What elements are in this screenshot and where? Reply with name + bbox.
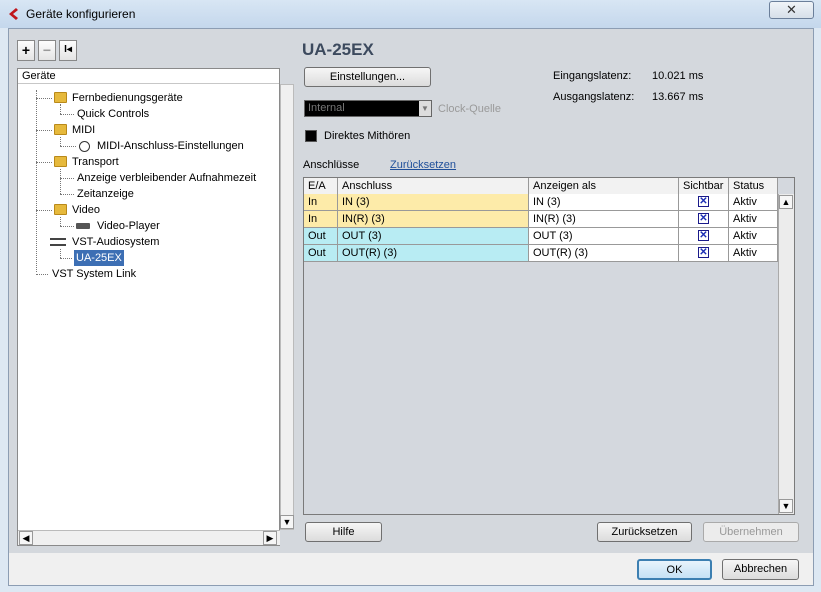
tree-item-label: Fernbedienungsgeräte (72, 92, 183, 104)
ports-label: Anschlüsse (303, 159, 360, 171)
scroll-right-arrow-icon[interactable]: ▶ (263, 531, 277, 545)
tree-item-label: Transport (72, 156, 119, 168)
midi-port-icon (79, 141, 90, 152)
settings-button[interactable]: Einstellungen... (304, 67, 431, 87)
clock-source-select[interactable]: Internal ▼ (304, 100, 432, 117)
tree-item-label: VST System Link (52, 268, 137, 280)
audio-system-icon (50, 238, 66, 246)
tree-item-label: Anzeige verbleibender Aufnahmezeit (77, 172, 257, 184)
table-row-visible-cell: ✕ (679, 211, 729, 228)
tree-item-label: Quick Controls (77, 108, 150, 120)
column-header-io[interactable]: E/A (304, 178, 338, 195)
table-row-show-as[interactable]: OUT (3) (529, 228, 679, 245)
direct-monitoring-checkbox[interactable] (305, 130, 317, 142)
cancel-button[interactable]: Abbrechen (722, 559, 799, 580)
direct-monitoring-label: Direktes Mithören (324, 130, 411, 142)
visible-checkbox[interactable]: ✕ (698, 247, 709, 258)
tree-line (60, 137, 61, 146)
table-row-show-as[interactable]: OUT(R) (3) (529, 245, 679, 262)
tree-line (60, 169, 61, 194)
column-header-status[interactable]: Status (729, 178, 778, 195)
input-latency-value: 10.021 ms (652, 70, 704, 82)
table-row-status: Aktiv (729, 245, 778, 262)
scroll-up-arrow-icon[interactable]: ▲ (779, 195, 793, 209)
table-vertical-scrollbar[interactable] (778, 194, 794, 514)
video-player-icon (76, 223, 90, 229)
tree-item-label: UA-25EX (74, 250, 124, 266)
tree-item-label: MIDI-Anschluss-Einstellungen (97, 140, 244, 152)
scroll-down-arrow-icon[interactable]: ▼ (280, 515, 294, 529)
add-device-button[interactable]: + (17, 40, 35, 61)
output-latency-value: 13.667 ms (652, 91, 704, 103)
output-latency-label: Ausgangslatenz: (553, 91, 635, 103)
ok-button[interactable]: OK (637, 559, 712, 580)
tree-line (36, 90, 37, 272)
visible-checkbox[interactable]: ✕ (698, 213, 709, 224)
tree-horizontal-scrollbar[interactable] (18, 530, 280, 545)
reset-ports-link[interactable]: Zurücksetzen (390, 159, 456, 171)
table-row-show-as[interactable]: IN(R) (3) (529, 211, 679, 228)
remove-device-button[interactable]: − (38, 40, 56, 61)
visible-checkbox[interactable]: ✕ (698, 230, 709, 241)
tree-item-label: Video-Player (97, 220, 160, 232)
table-row-io: Out (304, 228, 338, 245)
tree-item-label: MIDI (72, 124, 96, 136)
table-row-status: Aktiv (729, 228, 778, 245)
table-row-port: OUT(R) (3) (338, 245, 529, 262)
tree-header: Geräte (18, 69, 279, 84)
reset-button[interactable]: Zurücksetzen (597, 522, 692, 542)
column-header-port[interactable]: Anschluss (338, 178, 529, 195)
close-button[interactable]: ✕ (769, 1, 814, 19)
table-row-visible-cell: ✕ (679, 194, 729, 211)
folder-icon (54, 124, 67, 135)
scroll-left-arrow-icon[interactable]: ◀ (19, 531, 33, 545)
tree-item-label: VST-Audiosystem (72, 236, 160, 248)
column-header-show-as[interactable]: Anzeigen als (529, 178, 679, 195)
table-row-status: Aktiv (729, 194, 778, 211)
tree-line (60, 249, 61, 258)
table-row-io: In (304, 211, 338, 228)
apply-button[interactable]: Übernehmen (703, 522, 799, 542)
column-header-visible[interactable]: Sichtbar (679, 178, 729, 195)
clock-source-value: Internal (308, 102, 345, 114)
tree-vertical-scrollbar[interactable] (280, 84, 294, 530)
table-row-show-as[interactable]: IN (3) (529, 194, 679, 211)
chevron-down-icon: ▼ (419, 101, 431, 116)
table-row-visible-cell: ✕ (679, 228, 729, 245)
table-row-port: OUT (3) (338, 228, 529, 245)
tree-line (60, 217, 61, 226)
table-row-port: IN (3) (338, 194, 529, 211)
tree-item-label: Video (72, 204, 100, 216)
tree-line (60, 104, 61, 114)
table-row-io: Out (304, 245, 338, 262)
reset-device-button[interactable]: I◂ (59, 40, 77, 61)
tree-item-label: Zeitanzeige (77, 188, 134, 200)
visible-checkbox[interactable]: ✕ (698, 196, 709, 207)
folder-icon (54, 156, 67, 167)
device-title: UA-25EX (302, 40, 374, 59)
table-row-visible-cell: ✕ (679, 245, 729, 262)
input-latency-label: Eingangslatenz: (553, 70, 632, 82)
clock-source-label: Clock-Quelle (438, 103, 501, 115)
cubase-logo-icon (6, 7, 20, 21)
table-row-port: IN(R) (3) (338, 211, 529, 228)
help-button[interactable]: Hilfe (305, 522, 382, 542)
table-row-io: In (304, 194, 338, 211)
folder-icon (54, 204, 67, 215)
window-title: Geräte konfigurieren (26, 7, 136, 21)
scroll-down-arrow-icon[interactable]: ▼ (779, 499, 793, 513)
folder-icon (54, 92, 67, 103)
table-row-status: Aktiv (729, 211, 778, 228)
